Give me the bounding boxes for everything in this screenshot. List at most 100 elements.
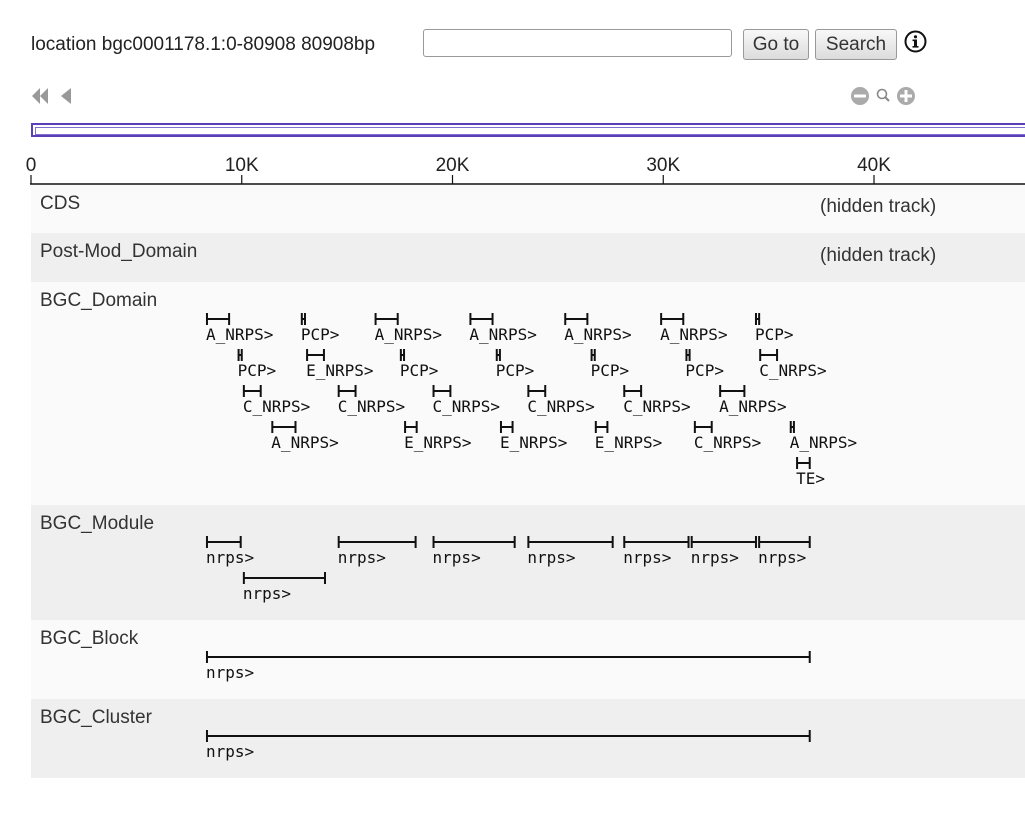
feature-label: nrps> — [206, 742, 254, 761]
feature-label: nrps> — [206, 663, 254, 682]
feature-label: C_NRPS> — [623, 397, 690, 416]
feature-label: nrps> — [758, 548, 806, 567]
feature-label: nrps> — [206, 548, 254, 567]
feature-domain[interactable]: C_NRPS> — [759, 349, 827, 380]
feature-domain[interactable]: PCP> — [237, 349, 277, 380]
track-bgc-domain: BGC_Domain A_NRPS> PCP> A_NRPS> A_NRPS> A_NR… — [31, 282, 1025, 505]
info-icon[interactable] — [904, 30, 927, 53]
feature-module[interactable]: nrps> — [337, 536, 417, 567]
hidden-track-note: (hidden track) — [820, 196, 937, 217]
feature-domain[interactable]: PCP> — [495, 349, 535, 380]
feature-domain[interactable]: C_NRPS> — [623, 385, 691, 416]
ruler-tick-label: 40K — [857, 155, 891, 176]
feature-label: TE> — [796, 469, 825, 488]
double-left-arrow-icon[interactable] — [32, 88, 48, 104]
feature-label: PCP> — [301, 325, 340, 344]
location-search-input[interactable] — [423, 29, 732, 57]
ruler-tick-label: 30K — [646, 155, 680, 176]
feature-domain[interactable]: A_NRPS> — [719, 385, 787, 416]
hidden-track-note: (hidden track) — [820, 245, 937, 266]
feature-label: PCP> — [400, 361, 439, 380]
feature-domain[interactable]: A_NRPS> — [660, 313, 728, 344]
feature-domain[interactable]: C_NRPS> — [527, 385, 595, 416]
pan-controls — [30, 86, 76, 111]
feature-domain[interactable]: C_NRPS> — [337, 385, 405, 416]
feature-domain[interactable]: E_NRPS> — [404, 421, 472, 452]
feature-cluster[interactable]: nrps> — [205, 730, 811, 761]
feature-label: A_NRPS> — [719, 397, 786, 416]
feature-label: A_NRPS> — [469, 325, 536, 344]
feature-domain[interactable]: TE> — [796, 457, 825, 488]
feature-domain[interactable]: A_NRPS> — [564, 313, 632, 344]
feature-domain[interactable]: PCP> — [754, 313, 794, 344]
feature-label: C_NRPS> — [433, 397, 500, 416]
track-bgc-module: BGC_Module nrps> nrps> nrps> nrps> nrps> nrps… — [31, 505, 1025, 620]
feature-label: E_NRPS> — [500, 433, 567, 452]
feature-module[interactable]: nrps> — [527, 536, 614, 567]
feature-label: E_NRPS> — [595, 433, 662, 452]
ruler-tick-label: 10K — [225, 155, 259, 176]
feature-domain[interactable]: A_NRPS> — [271, 421, 339, 452]
feature-module[interactable]: nrps> — [690, 536, 757, 567]
zoom-in-icon[interactable] — [897, 87, 915, 105]
feature-domain[interactable]: C_NRPS> — [242, 385, 310, 416]
feature-label: nrps> — [527, 548, 575, 567]
feature-module[interactable]: nrps> — [242, 572, 326, 603]
feature-label: nrps> — [623, 548, 671, 567]
feature-label: C_NRPS> — [338, 397, 405, 416]
feature-block[interactable]: nrps> — [205, 651, 811, 682]
feature-module[interactable]: nrps> — [623, 536, 690, 567]
feature-domain[interactable]: PCP> — [685, 349, 724, 380]
feature-domain[interactable]: PCP> — [399, 349, 439, 380]
zoom-controls — [850, 86, 920, 111]
zoom-out-icon[interactable] — [851, 87, 869, 105]
search-button[interactable]: Search — [815, 29, 897, 60]
feature-domain[interactable]: PCP> — [590, 349, 630, 380]
feature-domain[interactable]: E_NRPS> — [306, 349, 374, 380]
feature-label: A_NRPS> — [564, 325, 631, 344]
feature-label: PCP> — [755, 325, 794, 344]
feature-domain[interactable]: PCP> — [300, 313, 340, 344]
feature-domain[interactable]: A_NRPS> — [205, 313, 273, 344]
feature-domain[interactable]: A_NRPS> — [374, 313, 442, 344]
feature-domain[interactable]: A_NRPS> — [789, 421, 857, 452]
feature-label: C_NRPS> — [243, 397, 310, 416]
left-arrow-icon[interactable] — [61, 88, 71, 104]
go-to-button[interactable]: Go to — [743, 29, 809, 60]
bgc-block-features: nrps> — [205, 651, 811, 682]
track-label-cds: CDS — [40, 193, 81, 214]
magnifier-icon[interactable] — [876, 88, 890, 102]
feature-label: C_NRPS> — [694, 433, 761, 452]
feature-label: PCP> — [238, 361, 277, 380]
feature-domain[interactable]: E_NRPS> — [499, 421, 567, 452]
feature-label: E_NRPS> — [306, 361, 373, 380]
track-bgc-block: BGC_Block nrps> — [31, 620, 1025, 699]
overview-scale-bar[interactable] — [31, 123, 1025, 137]
ruler-tick-label: 0 — [26, 155, 37, 176]
feature-module[interactable]: nrps> — [758, 536, 811, 567]
feature-label: A_NRPS> — [271, 433, 338, 452]
bgc-cluster-features: nrps> — [205, 730, 811, 761]
feature-label: A_NRPS> — [790, 433, 857, 452]
feature-module[interactable]: nrps> — [205, 536, 254, 567]
feature-label: nrps> — [433, 548, 481, 567]
feature-label: E_NRPS> — [404, 433, 471, 452]
feature-label: nrps> — [338, 548, 386, 567]
overview-viewport-highlight[interactable] — [35, 127, 1025, 135]
feature-label: A_NRPS> — [660, 325, 727, 344]
coordinate-ruler: 0 10K 20K 30K 40K — [26, 155, 1025, 185]
feature-module[interactable]: nrps> — [432, 536, 516, 567]
feature-label: nrps> — [691, 548, 739, 567]
feature-domain[interactable]: A_NRPS> — [469, 313, 537, 344]
feature-domain[interactable]: C_NRPS> — [432, 385, 500, 416]
feature-label: PCP> — [591, 361, 630, 380]
feature-label: nrps> — [243, 584, 291, 603]
feature-label: A_NRPS> — [206, 325, 273, 344]
feature-label: PCP> — [685, 361, 724, 380]
feature-label: C_NRPS> — [527, 397, 594, 416]
location-label: location bgc0001178.1:0-80908 80908bp — [31, 34, 376, 55]
feature-domain[interactable]: E_NRPS> — [594, 421, 662, 452]
feature-domain[interactable]: C_NRPS> — [693, 421, 761, 452]
feature-label: A_NRPS> — [375, 325, 442, 344]
track-cds: CDS (hidden track) — [31, 185, 1025, 233]
